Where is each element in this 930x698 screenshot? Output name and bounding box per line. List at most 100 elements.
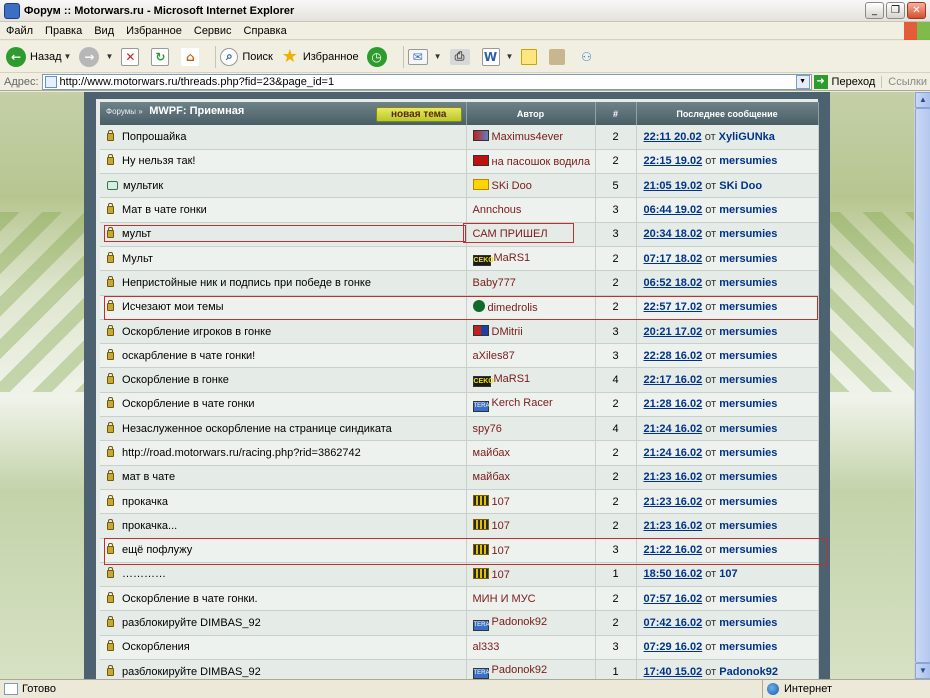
last-post-author-link[interactable]: mersumies <box>719 350 777 362</box>
last-post-date-link[interactable]: 21:23 16.02 <box>644 520 703 532</box>
author-link[interactable]: Padonok92 <box>492 664 548 676</box>
last-post-author-link[interactable]: mersumies <box>719 544 777 556</box>
go-button[interactable]: ➜ Переход <box>813 74 875 89</box>
thread-title-link[interactable]: мультик <box>123 180 163 192</box>
last-post-author-link[interactable]: mersumies <box>719 374 777 386</box>
restore-button[interactable]: ❐ <box>886 2 905 19</box>
last-post-date-link[interactable]: 22:15 19.02 <box>644 155 703 167</box>
author-link[interactable]: Annchous <box>473 204 522 216</box>
thread-title-link[interactable]: разблокируйте DIMBAS_92 <box>122 617 261 629</box>
thread-title-link[interactable]: Мульт <box>122 253 153 265</box>
author-link[interactable]: МИН И МУС <box>473 593 536 605</box>
mail-dropdown-icon[interactable]: ▼ <box>434 52 442 61</box>
scroll-up-icon[interactable]: ▲ <box>915 92 930 108</box>
thread-title-link[interactable]: оскарбление в чате гонки! <box>122 350 255 362</box>
author-link[interactable]: 107 <box>492 545 510 557</box>
menu-file[interactable]: Файл <box>0 25 39 37</box>
home-button[interactable]: ⌂ <box>181 47 203 66</box>
last-post-date-link[interactable]: 21:23 16.02 <box>644 496 703 508</box>
last-post-date-link[interactable]: 21:24 16.02 <box>644 447 703 459</box>
author-link[interactable]: Kerch Racer <box>492 397 553 409</box>
forward-button[interactable]: → ▼ <box>79 46 113 67</box>
address-dropdown-icon[interactable]: ▼ <box>795 74 810 89</box>
last-post-author-link[interactable]: mersumies <box>719 593 777 605</box>
last-post-date-link[interactable]: 06:52 18.02 <box>644 277 703 289</box>
thread-title-link[interactable]: Оскорбление в чате гонки. <box>122 593 258 605</box>
scrollbar-thumb[interactable] <box>915 108 930 663</box>
mail-button[interactable]: ✉ ▼ <box>407 48 442 65</box>
last-post-author-link[interactable]: mersumies <box>719 447 777 459</box>
author-link[interactable]: Padonok92 <box>492 616 548 628</box>
author-link[interactable]: 107 <box>492 496 510 508</box>
edit-dropdown-icon[interactable]: ▼ <box>506 52 514 61</box>
last-post-date-link[interactable]: 20:34 18.02 <box>644 228 703 240</box>
last-post-date-link[interactable]: 21:05 19.02 <box>644 180 703 192</box>
last-post-author-link[interactable]: XyliGUNka <box>719 131 775 143</box>
last-post-date-link[interactable]: 07:29 16.02 <box>644 641 703 653</box>
last-post-author-link[interactable]: mersumies <box>719 228 777 240</box>
last-post-author-link[interactable]: mersumies <box>719 398 777 410</box>
thread-title-link[interactable]: Оскорбление игроков в гонке <box>122 326 271 338</box>
thread-title-link[interactable]: Оскорбление в гонке <box>122 374 229 386</box>
last-post-author-link[interactable]: mersumies <box>719 520 777 532</box>
author-link[interactable]: Baby777 <box>473 277 516 289</box>
thread-title-link[interactable]: Попрошайка <box>122 131 186 143</box>
last-post-date-link[interactable]: 20:21 17.02 <box>644 326 703 338</box>
author-link[interactable]: САМ ПРИШЕЛ <box>473 228 548 240</box>
last-post-date-link[interactable]: 21:22 16.02 <box>644 544 703 556</box>
menu-tools[interactable]: Сервис <box>188 25 238 37</box>
author-link[interactable]: DMitrii <box>492 326 523 338</box>
menu-help[interactable]: Справка <box>238 25 293 37</box>
vertical-scrollbar[interactable]: ▲ ▼ <box>914 92 930 679</box>
menu-favorites[interactable]: Избранное <box>120 25 188 37</box>
thread-title-link[interactable]: ………… <box>122 568 166 580</box>
stop-button[interactable]: ✕ <box>121 47 143 66</box>
author-link[interactable]: SKi Doo <box>492 180 532 192</box>
thread-title-link[interactable]: Исчезают мои темы <box>122 301 224 313</box>
last-post-date-link[interactable]: 07:17 18.02 <box>644 253 703 265</box>
last-post-author-link[interactable]: mersumies <box>719 326 777 338</box>
author-link[interactable]: 107 <box>492 569 510 581</box>
last-post-date-link[interactable]: 21:24 16.02 <box>644 423 703 435</box>
history-button[interactable]: ◷ <box>366 46 391 67</box>
last-post-author-link[interactable]: mersumies <box>719 204 777 216</box>
author-link[interactable]: spy76 <box>473 423 502 435</box>
last-post-date-link[interactable]: 22:28 16.02 <box>644 350 703 362</box>
thread-title-link[interactable]: Ну нельзя так! <box>122 155 195 167</box>
thread-title-link[interactable]: прокачка <box>122 496 168 508</box>
thread-title-link[interactable]: Мат в чате гонки <box>122 204 207 216</box>
author-link[interactable]: dimedrolis <box>488 302 538 314</box>
thread-title-link[interactable]: http://road.motorwars.ru/racing.php?rid=… <box>122 447 361 459</box>
last-post-author-link[interactable]: mersumies <box>719 471 777 483</box>
menu-edit[interactable]: Правка <box>39 25 88 37</box>
close-button[interactable]: ✕ <box>907 2 926 19</box>
menu-view[interactable]: Вид <box>88 25 120 37</box>
favorites-button[interactable]: ★ Избранное <box>281 46 359 67</box>
author-link[interactable]: aXiles87 <box>473 350 515 362</box>
last-post-date-link[interactable]: 06:44 19.02 <box>644 204 703 216</box>
author-link[interactable]: майбах <box>473 447 511 459</box>
last-post-author-link[interactable]: mersumies <box>719 301 777 313</box>
thread-title-link[interactable]: ещё пофлужу <box>122 544 192 556</box>
search-button[interactable]: ⌕ Поиск <box>220 47 273 66</box>
author-link[interactable]: Maximus4ever <box>492 131 564 143</box>
last-post-date-link[interactable]: 22:11 20.02 <box>644 131 702 143</box>
thread-title-link[interactable]: Оскорбление в чате гонки <box>122 398 254 410</box>
thread-title-link[interactable]: Незаслуженное оскорбление на странице си… <box>122 423 392 435</box>
thread-title-link[interactable]: мульт <box>122 228 151 240</box>
thread-title-link[interactable]: Непристойные ник и подпись при победе в … <box>122 277 371 289</box>
messenger-button[interactable]: ⚇ <box>577 47 599 67</box>
last-post-author-link[interactable]: mersumies <box>719 641 777 653</box>
scroll-down-icon[interactable]: ▼ <box>915 663 930 679</box>
thread-title-link[interactable]: Оскорбления <box>122 641 190 653</box>
last-post-author-link[interactable]: Padonok92 <box>719 666 778 678</box>
last-post-author-link[interactable]: mersumies <box>719 155 777 167</box>
thread-title-link[interactable]: разблокируйте DIMBAS_92 <box>122 666 261 678</box>
last-post-date-link[interactable]: 18:50 16.02 <box>644 568 703 580</box>
last-post-date-link[interactable]: 07:42 16.02 <box>644 617 703 629</box>
last-post-author-link[interactable]: mersumies <box>719 496 777 508</box>
last-post-date-link[interactable]: 21:23 16.02 <box>644 471 703 483</box>
discuss-button[interactable] <box>521 48 541 65</box>
author-link[interactable]: 107 <box>492 520 510 532</box>
research-button[interactable] <box>549 48 569 65</box>
